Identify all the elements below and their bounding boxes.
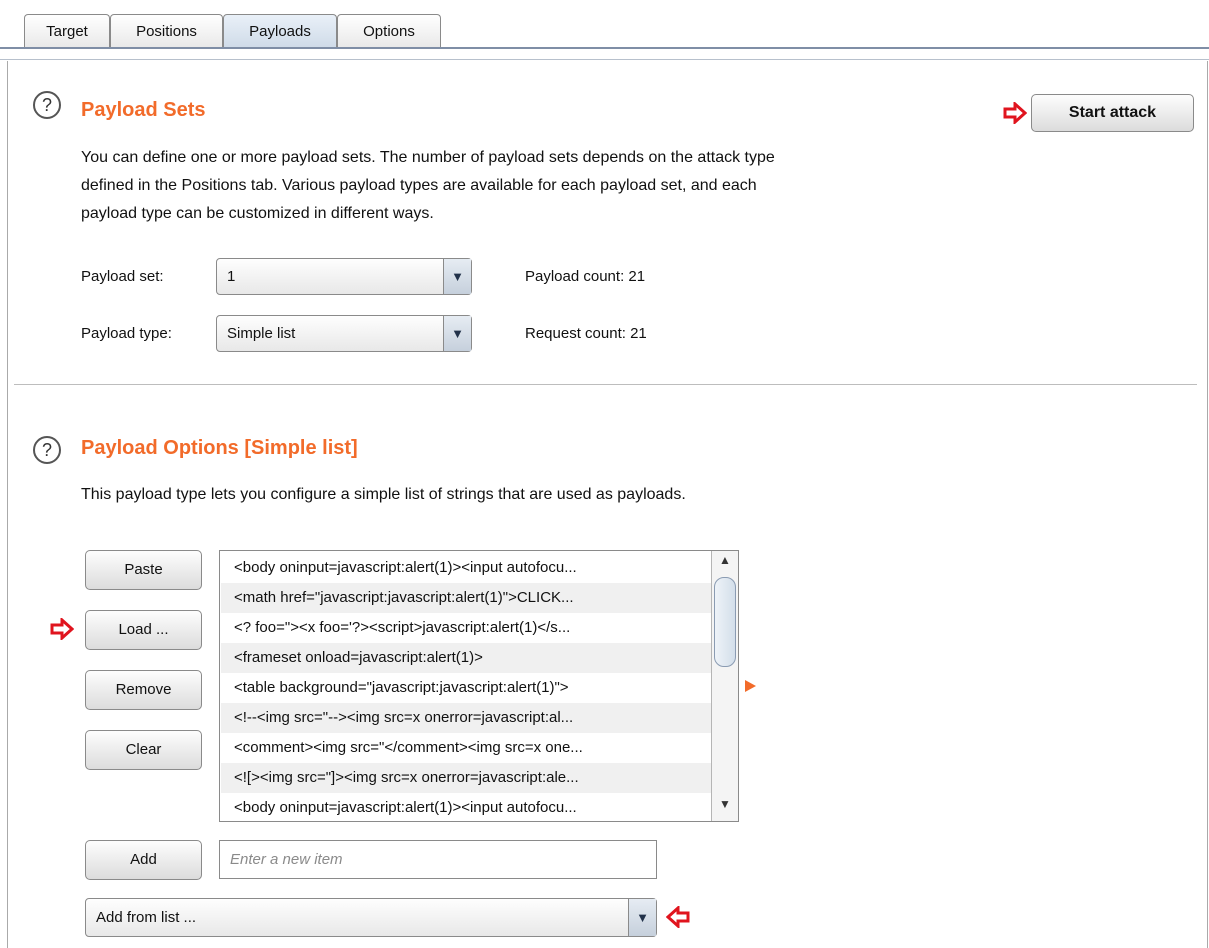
expand-arrow-icon[interactable] bbox=[745, 680, 756, 692]
payload-type-select[interactable]: Simple list ▼ bbox=[216, 315, 472, 352]
description-line: payload type can be customized in differ… bbox=[81, 205, 434, 222]
annotation-arrow-left-icon bbox=[666, 906, 690, 928]
help-icon[interactable]: ? bbox=[33, 436, 61, 464]
chevron-down-icon: ▼ bbox=[443, 316, 471, 351]
payload-set-label: Payload set: bbox=[81, 268, 164, 285]
tab-underline-inner bbox=[0, 59, 1209, 60]
list-item[interactable]: <!--<img src="--><img src=x onerror=java… bbox=[221, 703, 711, 733]
section-divider bbox=[14, 384, 1197, 385]
annotation-arrow-right-icon bbox=[50, 618, 74, 640]
clear-button[interactable]: Clear bbox=[85, 730, 202, 770]
list-item[interactable]: <body oninput=javascript:alert(1)><input… bbox=[221, 553, 711, 583]
list-item[interactable]: <frameset onload=javascript:alert(1)> bbox=[221, 643, 711, 673]
payload-type-label: Payload type: bbox=[81, 325, 172, 342]
add-from-list-value: Add from list ... bbox=[96, 909, 197, 926]
list-item[interactable]: <![><img src="]><img src=x onerror=javas… bbox=[221, 763, 711, 793]
chevron-down-icon: ▼ bbox=[628, 899, 656, 936]
list-item[interactable]: <math href="javascript:javascript:alert(… bbox=[221, 583, 711, 613]
request-count-text: Request count: bbox=[525, 325, 626, 342]
panel-border-right bbox=[1207, 61, 1208, 948]
paste-button[interactable]: Paste bbox=[85, 550, 202, 590]
tab-payloads[interactable]: Payloads bbox=[223, 14, 337, 48]
payload-count-text: Payload count: bbox=[525, 268, 625, 285]
add-button[interactable]: Add bbox=[85, 840, 202, 880]
payload-set-value: 1 bbox=[227, 268, 236, 285]
payload-count-value: 21 bbox=[628, 268, 646, 285]
tab-options[interactable]: Options bbox=[337, 14, 441, 47]
payload-list[interactable]: <body oninput=javascript:alert(1)><input… bbox=[219, 550, 739, 822]
tab-target[interactable]: Target bbox=[24, 14, 110, 47]
payload-set-select[interactable]: 1 ▼ bbox=[216, 258, 472, 295]
start-attack-button[interactable]: Start attack bbox=[1031, 94, 1194, 132]
request-count-value: 21 bbox=[630, 325, 647, 342]
description-line: You can define one or more payload sets.… bbox=[81, 149, 775, 166]
description-line: defined in the Positions tab. Various pa… bbox=[81, 177, 757, 194]
scrollbar-thumb[interactable] bbox=[714, 577, 736, 667]
list-item[interactable]: <table background="javascript:javascript… bbox=[221, 673, 711, 703]
scroll-up-icon[interactable]: ▲ bbox=[712, 553, 738, 575]
help-icon[interactable]: ? bbox=[33, 91, 61, 119]
list-item[interactable]: <body oninput=javascript:alert(1)><input… bbox=[221, 793, 711, 821]
tab-underline bbox=[0, 47, 1209, 49]
new-item-input[interactable] bbox=[219, 840, 657, 879]
list-item[interactable]: <? foo="><x foo='?><script>javascript:al… bbox=[221, 613, 711, 643]
payload-sets-title: Payload Sets bbox=[81, 99, 206, 121]
list-item[interactable]: <comment><img src="</comment><img src=x … bbox=[221, 733, 711, 763]
tab-positions[interactable]: Positions bbox=[110, 14, 223, 47]
payload-options-title: Payload Options [Simple list] bbox=[81, 437, 358, 459]
payload-options-description: This payload type lets you configure a s… bbox=[81, 486, 686, 503]
annotation-arrow-right-icon bbox=[1003, 102, 1027, 124]
panel-border-left bbox=[7, 61, 8, 948]
tab-bar: Target Positions Payloads Options bbox=[0, 0, 1209, 66]
load-button[interactable]: Load ... bbox=[85, 610, 202, 650]
add-from-list-select[interactable]: Add from list ... ▼ bbox=[85, 898, 657, 937]
list-scrollbar[interactable]: ▲ ▼ bbox=[711, 551, 738, 821]
payload-sets-description: You can define one or more payload sets.… bbox=[81, 144, 775, 228]
request-count-label: Request count: 21 bbox=[525, 325, 647, 342]
remove-button[interactable]: Remove bbox=[85, 670, 202, 710]
chevron-down-icon: ▼ bbox=[443, 259, 471, 294]
scroll-down-icon[interactable]: ▼ bbox=[712, 797, 738, 819]
payload-count-label: Payload count: 21 bbox=[525, 268, 645, 285]
payload-type-value: Simple list bbox=[227, 325, 296, 342]
